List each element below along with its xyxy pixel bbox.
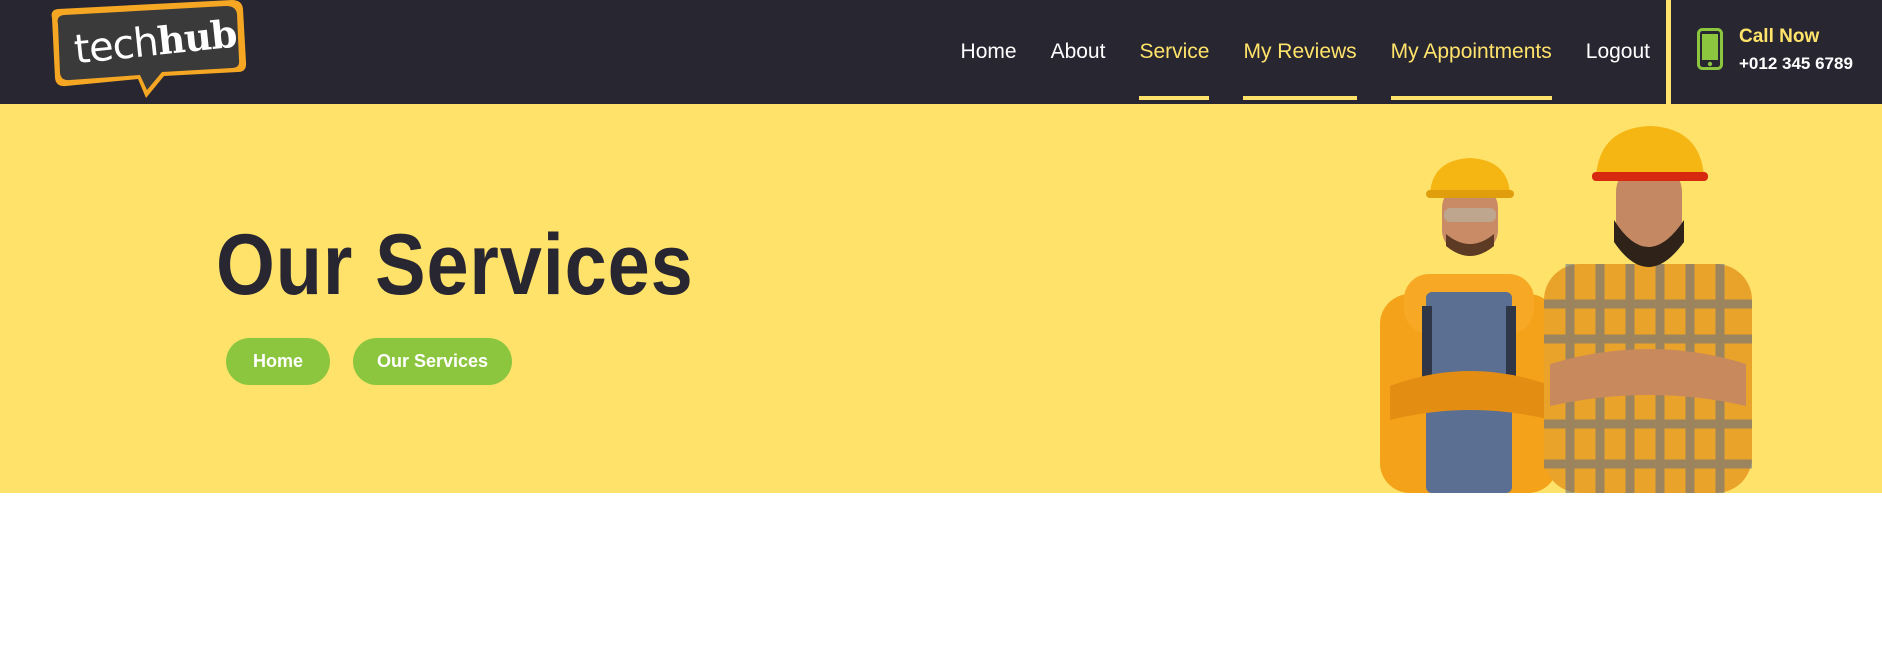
page-hero: Our Services Home Our Services [0,104,1882,493]
call-divider [1666,0,1671,104]
nav-my-reviews[interactable]: My Reviews [1243,0,1357,104]
techhub-logo[interactable]: techhub [46,0,248,100]
breadcrumb-current: Our Services [353,338,512,385]
call-phone-number[interactable]: +012 345 6789 [1739,54,1853,74]
nav-about[interactable]: About [1051,0,1106,104]
worker-left [1380,158,1558,493]
breadcrumb-home[interactable]: Home [226,338,330,385]
logo-text-hub: hub [155,10,239,64]
nav-service[interactable]: Service [1139,0,1210,104]
top-navbar: techhub Home About Service My Reviews My… [0,0,1882,104]
main-nav: Home About Service My Reviews My Appoint… [927,0,1650,104]
nav-my-appointments[interactable]: My Appointments [1390,0,1552,104]
nav-logout[interactable]: Logout [1586,0,1650,104]
logo-text-tech: tech [72,18,161,74]
call-now-label: Call Now [1739,26,1820,47]
workers-image [1380,126,1752,493]
page-title: Our Services [216,217,694,313]
phone-icon [1697,28,1723,70]
worker-right [1544,126,1752,493]
nav-home[interactable]: Home [961,0,1017,104]
